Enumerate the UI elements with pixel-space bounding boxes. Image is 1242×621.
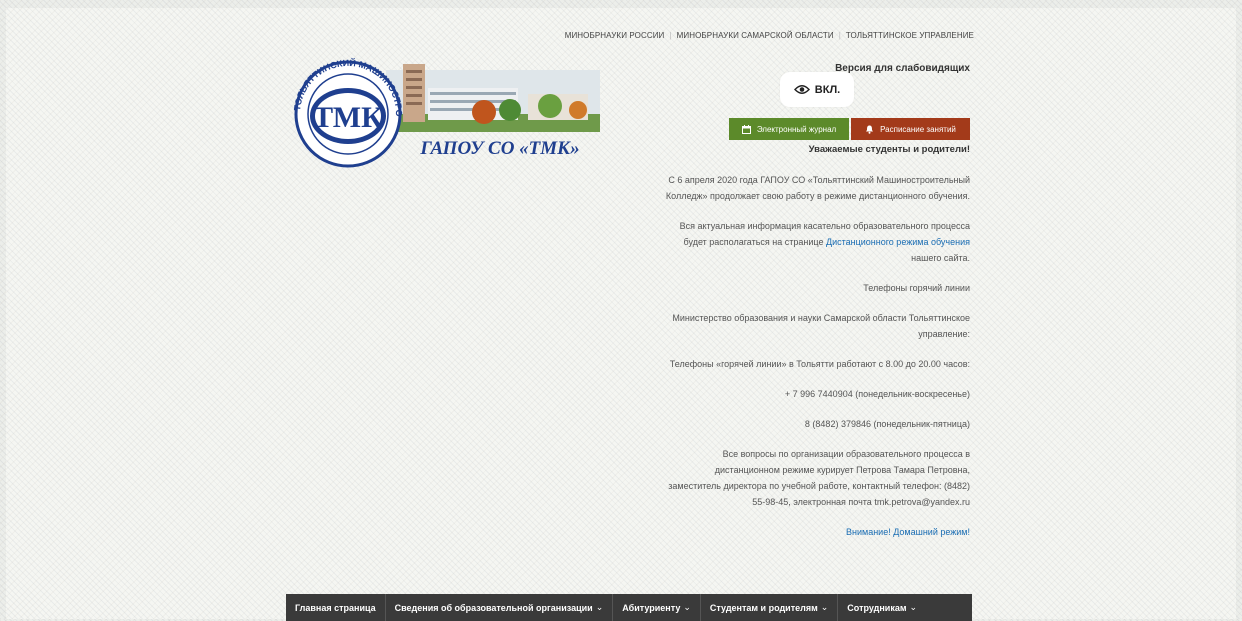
chevron-down-icon: ⌄ <box>683 602 691 612</box>
eye-icon <box>793 85 810 94</box>
notice-phone: + 7 996 7440904 (понедельник-воскресенье… <box>784 389 970 399</box>
divider: | <box>669 31 672 40</box>
notice-paragraph: Внимание! Домашний режим! <box>661 524 970 540</box>
electronic-journal-button[interactable]: Электронный журнал <box>729 118 849 140</box>
distance-learning-link[interactable]: Дистанционного режима обучения <box>826 237 970 247</box>
schedule-button[interactable]: Расписание занятий <box>851 118 970 140</box>
vision-version-title: Версия для слабовидящих <box>835 63 970 74</box>
top-links: МИНОБРНАУКИ РОССИИ | МИНОБРНАУКИ САМАРСКОЙ… <box>565 31 974 40</box>
notice-paragraph: Все вопросы по организации образовательн… <box>668 449 970 507</box>
nav-item-organization-info[interactable]: Сведения об образовательной организации ⌄ <box>386 594 614 621</box>
notice-paragraph: Телефоны горячий линии <box>863 283 970 293</box>
link-tolyatti-department[interactable]: ТОЛЬЯТТИНСКОЕ УПРАВЛЕНИЕ <box>846 31 974 40</box>
notice-paragraph: Министерство образования и науки Самарск… <box>672 313 970 339</box>
notice-paragraph: Вся актуальная информация касательно обр… <box>679 221 970 263</box>
nav-item-students-parents[interactable]: Студентам и родителям ⌄ <box>701 594 839 621</box>
notice-paragraph: С 6 апреля 2020 года ГАПОУ СО «Тольяттин… <box>665 175 970 201</box>
calendar-icon <box>741 124 751 134</box>
electronic-journal-label: Электронный журнал <box>756 124 837 134</box>
bell-icon <box>866 125 874 134</box>
home-mode-link[interactable]: Внимание! Домашний режим! <box>846 527 970 537</box>
link-minobrnauki-russia[interactable]: МИНОБРНАУКИ РОССИИ <box>565 31 665 40</box>
vision-toggle-button[interactable]: ВКЛ. <box>780 72 854 107</box>
nav-item-employees[interactable]: Сотрудникам ⌄ <box>838 594 926 621</box>
logo-abbr: ТМК <box>313 101 383 134</box>
college-logo[interactable]: ТОЛЬЯТТИНСКИЙ МАШИНОСТРОИТЕЛЬНЫЙ КОЛЛЕДЖ… <box>283 43 604 172</box>
vision-toggle-label: ВКЛ. <box>814 83 841 96</box>
main-navigation: Главная страница Сведения об образовател… <box>286 594 972 621</box>
chevron-down-icon: ⌄ <box>595 602 604 612</box>
logo-caption: ГАПОУ СО «ТМК» <box>419 138 579 159</box>
divider: | <box>838 31 841 40</box>
page-container: МИНОБРНАУКИ РОССИИ | МИНОБРНАУКИ САМАРСКОЙ… <box>6 8 1236 621</box>
notice-paragraph: Телефоны «горячей линии» в Тольятти рабо… <box>669 359 970 369</box>
chevron-down-icon: ⌄ <box>820 602 829 612</box>
nav-item-applicants[interactable]: Абитуриенту ⌄ <box>613 594 701 621</box>
notice-phone: 8 (8482) 379846 (понедельник-пятница) <box>804 419 970 429</box>
link-minobrnauki-samara[interactable]: МИНОБРНАУКИ САМАРСКОЙ ОБЛАСТИ <box>677 31 834 40</box>
notice-block: Уважаемые студенты и родители! С 6 апрел… <box>661 142 970 540</box>
chevron-down-icon: ⌄ <box>909 602 918 612</box>
nav-item-home[interactable]: Главная страница <box>286 594 386 621</box>
schedule-label: Расписание занятий <box>880 124 956 134</box>
logo-graphic: ТОЛЬЯТТИНСКИЙ МАШИНОСТРОИТЕЛЬНЫЙ КОЛЛЕДЖ… <box>283 43 600 168</box>
notice-heading: Уважаемые студенты и родители! <box>808 144 970 155</box>
